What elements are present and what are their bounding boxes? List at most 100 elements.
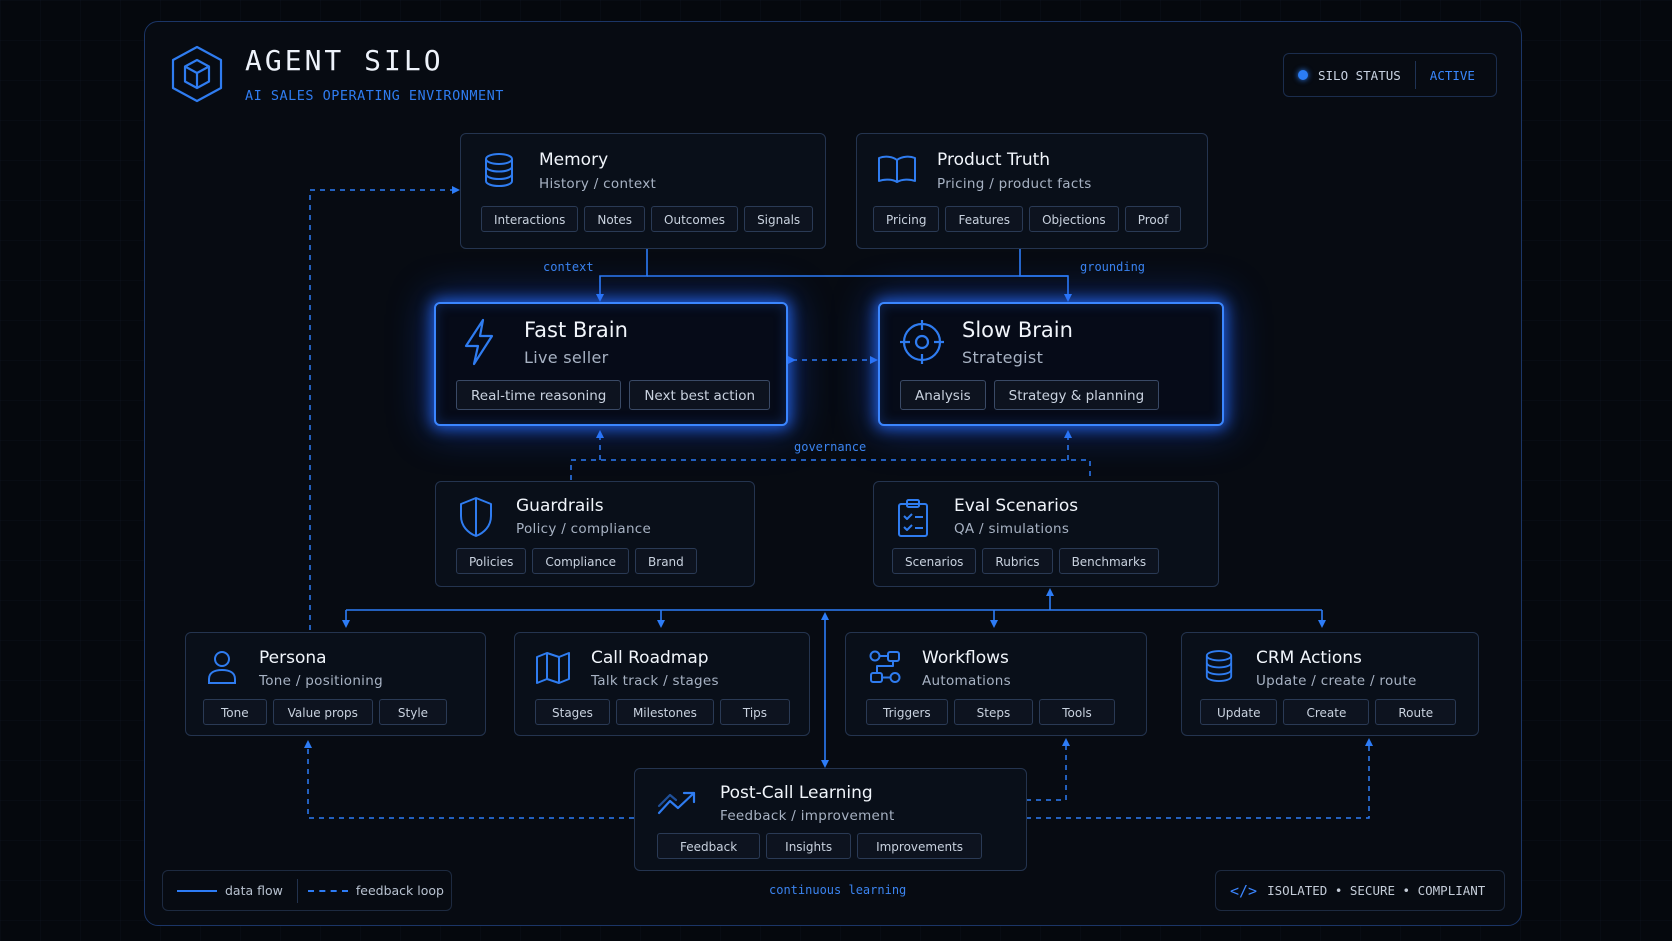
node-slow-brain[interactable]: Slow Brain Strategist Analysis Strategy … [878,302,1224,426]
tag: Outcomes [651,206,739,232]
node-fast-brain[interactable]: Fast Brain Live seller Real-time reasoni… [434,302,788,426]
tag: Proof [1124,206,1182,232]
tag-list: Pricing Features Objections Proof [873,206,1182,232]
tag: Improvements [857,833,983,859]
user-icon [208,651,236,684]
tag: Milestones [615,699,714,725]
tag: Benchmarks [1058,548,1160,574]
tag: Update [1200,699,1278,725]
tag: Strategy & planning [993,380,1160,410]
node-title: Fast Brain [524,318,628,342]
tag: Triggers [866,699,948,725]
node-title: Post-Call Learning [720,783,873,803]
node-subtitle: Policy / compliance [516,521,652,537]
silo-status-badge: SILO STATUS ACTIVE [1283,53,1497,97]
tag: Next best action [629,380,771,410]
node-subtitle: Talk track / stages [591,673,719,689]
security-badge-text: ISOLATED • SECURE • COMPLIANT [1267,883,1486,898]
cube-logo-icon [171,45,223,103]
node-title: CRM Actions [1256,648,1362,668]
tag-list: Real-time reasoning Next best action [456,380,771,410]
tag: Tips [719,699,791,725]
tag-list: Triggers Steps Tools [866,699,1115,725]
tag-list: Stages Milestones Tips [535,699,791,725]
tag: Policies [456,548,527,574]
node-workflows[interactable]: Workflows Automations Triggers Steps Too… [845,632,1147,736]
node-persona[interactable]: Persona Tone / positioning Tone Value pr… [185,632,486,736]
node-memory[interactable]: Memory History / context Interactions No… [460,133,826,249]
database-icon [1205,650,1233,682]
node-title: Product Truth [937,150,1051,170]
tag: Route [1375,699,1457,725]
tag-list: Policies Compliance Brand [456,548,697,574]
legend-solid-label: data flow [225,883,283,898]
node-subtitle: Feedback / improvement [720,808,895,824]
tag: Signals [744,206,814,232]
node-subtitle: Live seller [524,348,609,367]
trend-up-icon [657,791,696,815]
edge-label-grounding: grounding [1080,260,1146,274]
tag: Scenarios [892,548,977,574]
status-dot-icon [1298,70,1308,80]
workflow-icon [869,650,901,683]
tag: Tools [1039,699,1115,725]
tag: Pricing [873,206,940,232]
lightning-icon [464,318,494,366]
node-subtitle: Update / create / route [1256,673,1417,689]
edge-label-governance: governance [794,440,867,454]
node-title: Call Roadmap [591,648,709,668]
legend: data flow feedback loop [162,870,452,911]
tag: Analysis [900,380,986,410]
node-guardrails[interactable]: Guardrails Policy / compliance Policies … [435,481,755,587]
status-label: SILO STATUS [1318,67,1401,83]
tag: Features [945,206,1024,232]
legend-divider [296,878,298,903]
node-subtitle: QA / simulations [954,521,1070,537]
edge-label-continuous-learning: continuous learning [769,883,907,897]
tag-list: Tone Value props Style [203,699,448,725]
tag-list: Scenarios Rubrics Benchmarks [892,548,1160,574]
status-value: ACTIVE [1429,67,1475,83]
node-title: Memory [539,150,609,170]
code-icon: </> [1230,881,1258,900]
tag: Compliance [532,548,630,574]
node-eval-scenarios[interactable]: Eval Scenarios QA / simulations Scenario… [873,481,1219,587]
tag: Brand [635,548,697,574]
tag: Value props [272,699,373,725]
node-post-call-learning[interactable]: Post-Call Learning Feedback / improvemen… [634,768,1027,871]
shield-icon [460,497,492,537]
node-call-roadmap[interactable]: Call Roadmap Talk track / stages Stages … [514,632,810,736]
node-title: Eval Scenarios [954,496,1079,516]
node-product-truth[interactable]: Product Truth Pricing / product facts Pr… [856,133,1208,249]
map-icon [536,652,570,684]
tag-list: Update Create Route [1200,699,1457,725]
legend-solid-line [177,889,217,892]
node-subtitle: Strategist [962,348,1044,367]
book-icon [878,155,916,183]
clipboard-icon [898,499,928,537]
node-subtitle: Tone / positioning [259,673,383,689]
node-subtitle: Automations [922,673,1011,689]
target-icon [900,320,944,364]
tag: Objections [1029,206,1119,232]
tag: Style [378,699,448,725]
node-title: Workflows [922,648,1009,668]
tag: Stages [535,699,610,725]
tag-list: Analysis Strategy & planning [900,380,1160,410]
legend-dashed-label: feedback loop [355,883,444,898]
tag: Create [1283,699,1370,725]
status-divider [1414,61,1416,89]
node-crm-actions[interactable]: CRM Actions Update / create / route Upda… [1181,632,1479,736]
tag: Steps [953,699,1034,725]
page-subtitle: AI SALES OPERATING ENVIRONMENT [245,88,504,104]
tag: Interactions [481,206,579,232]
tag: Insights [766,833,852,859]
node-title: Guardrails [516,496,604,516]
legend-dashed-line [307,889,348,892]
security-badge: </> ISOLATED • SECURE • COMPLIANT [1215,870,1505,911]
node-subtitle: Pricing / product facts [937,176,1092,192]
node-subtitle: History / context [539,176,657,192]
database-icon [485,153,513,188]
node-title: Slow Brain [962,318,1073,342]
tag: Rubrics [982,548,1053,574]
